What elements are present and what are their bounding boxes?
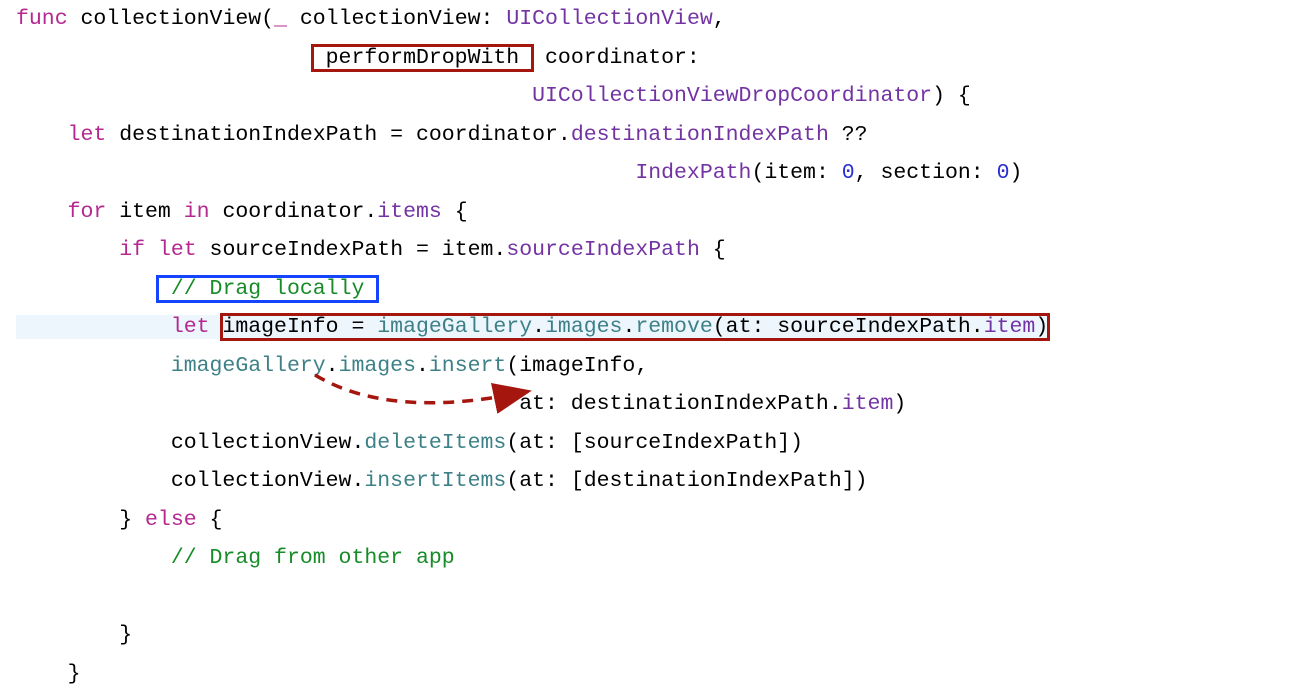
dot: . xyxy=(532,315,545,339)
line-13: collectionView.insertItems(at: [destinat… xyxy=(16,469,868,493)
line-5: IndexPath(item: 0, section: 0) xyxy=(16,161,1022,185)
red-box-performdropwith: performDropWith xyxy=(313,46,532,70)
member-item: item xyxy=(984,315,1036,339)
fn-name: collectionView( xyxy=(81,7,275,31)
kw-let: let xyxy=(158,238,197,262)
param-performdropwith: performDropWith xyxy=(326,46,520,70)
dot: . xyxy=(622,315,635,339)
text: (imageInfo, xyxy=(506,354,648,378)
line-18: } xyxy=(16,662,81,686)
kw-else: else xyxy=(145,508,197,532)
kw-func: func xyxy=(16,7,68,31)
line-12: collectionView.deleteItems(at: [sourceIn… xyxy=(16,431,803,455)
open-brace: ) { xyxy=(932,84,971,108)
text: at: destinationIndexPath. xyxy=(519,392,842,416)
red-box-imageinfo: imageInfo = imageGallery.images.remove(a… xyxy=(222,315,1048,339)
open-brace: { xyxy=(197,508,223,532)
line-8: // Drag locally xyxy=(16,277,377,301)
member-destinationindexpath: destinationIndexPath xyxy=(571,123,829,147)
line-15: // Drag from other app xyxy=(16,546,455,570)
kw-if: if xyxy=(119,238,145,262)
dot: . xyxy=(416,354,429,378)
text: (at: sourceIndexPath. xyxy=(713,315,984,339)
method-insert: insert xyxy=(429,354,506,378)
text: , section: xyxy=(855,161,997,185)
text: (at: [sourceIndexPath]) xyxy=(506,431,803,455)
text: collectionView. xyxy=(171,431,365,455)
space xyxy=(145,238,158,262)
method-insertitems: insertItems xyxy=(364,469,506,493)
open-brace: { xyxy=(700,238,726,262)
line-9-highlighted: let imageInfo = imageGallery.images.remo… xyxy=(16,315,1048,339)
line-10: imageGallery.images.insert(imageInfo, xyxy=(16,354,648,378)
dot: . xyxy=(326,354,339,378)
type-dropcoordinator: UICollectionViewDropCoordinator xyxy=(532,84,932,108)
type-indexpath: IndexPath xyxy=(635,161,751,185)
open-brace: { xyxy=(442,200,468,224)
method-remove: remove xyxy=(635,315,712,339)
line-11: at: destinationIndexPath.item) xyxy=(16,392,906,416)
member-items: items xyxy=(377,200,442,224)
kw-for: for xyxy=(68,200,107,224)
text: collectionView. xyxy=(171,469,365,493)
num-0: 0 xyxy=(842,161,855,185)
text: destinationIndexPath = coordinator. xyxy=(106,123,570,147)
close-brace: } xyxy=(68,662,81,686)
kw-let: let xyxy=(171,315,210,339)
prop-imagegallery: imageGallery xyxy=(171,354,326,378)
member-item: item xyxy=(842,392,894,416)
text: coordinator. xyxy=(210,200,378,224)
text: imageInfo = xyxy=(222,315,377,339)
param-coordinator: coordinator: xyxy=(532,46,700,70)
line-7: if let sourceIndexPath = item.sourceInde… xyxy=(16,238,726,262)
code-block: func collectionView(_ collectionView: UI… xyxy=(0,0,1310,694)
text: (at: [destinationIndexPath]) xyxy=(506,469,867,493)
line-17: } xyxy=(16,623,132,647)
line-1: func collectionView(_ collectionView: UI… xyxy=(16,7,726,31)
type-uicollectionview: UICollectionView xyxy=(506,7,712,31)
nil-coalesce: ?? xyxy=(829,123,868,147)
comma: , xyxy=(713,7,726,31)
line-4: let destinationIndexPath = coordinator.d… xyxy=(16,123,868,147)
close-brace: } xyxy=(119,623,132,647)
line-6: for item in coordinator.items { xyxy=(16,200,468,224)
text: (item: xyxy=(751,161,841,185)
close-paren: ) xyxy=(893,392,906,416)
kw-let: let xyxy=(68,123,107,147)
prop-imagegallery: imageGallery xyxy=(377,315,532,339)
line-3: UICollectionViewDropCoordinator) { xyxy=(16,84,971,108)
prop-images: images xyxy=(545,315,622,339)
comment-drag-other-app: // Drag from other app xyxy=(171,546,455,570)
comment-drag-locally: // Drag locally xyxy=(171,277,365,301)
kw-in: in xyxy=(184,200,210,224)
num-0: 0 xyxy=(997,161,1010,185)
blue-box-comment: // Drag locally xyxy=(158,277,377,301)
line-2: performDropWith coordinator: xyxy=(16,46,700,70)
prop-images: images xyxy=(339,354,416,378)
text: item xyxy=(106,200,183,224)
underscore: _ xyxy=(274,7,287,31)
close-paren: ) xyxy=(1035,315,1048,339)
space xyxy=(210,315,223,339)
member-sourceindexpath: sourceIndexPath xyxy=(506,238,700,262)
close-brace: } xyxy=(119,508,145,532)
line-14: } else { xyxy=(16,508,222,532)
param-collectionview: collectionView: xyxy=(287,7,506,31)
text: ) xyxy=(1010,161,1023,185)
text: sourceIndexPath = item. xyxy=(197,238,507,262)
method-deleteitems: deleteItems xyxy=(364,431,506,455)
